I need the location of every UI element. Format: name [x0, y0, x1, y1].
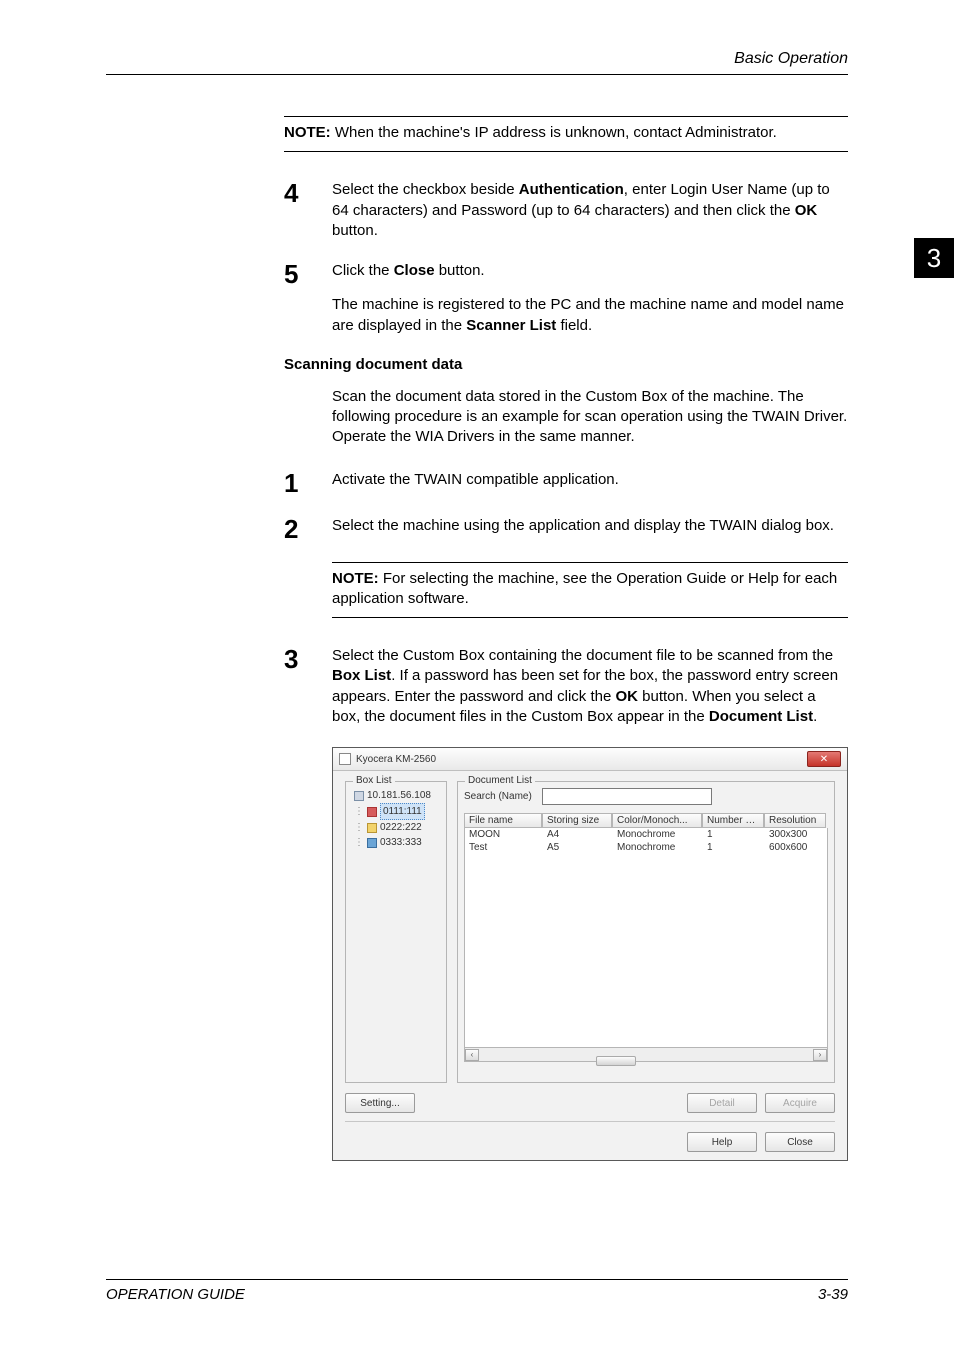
dialog-separator [345, 1121, 835, 1122]
step-4: 4 Select the checkbox beside Authenticat… [284, 180, 848, 241]
tree-branch-icon: ⋮ [354, 835, 364, 850]
search-input[interactable] [542, 788, 712, 805]
app-icon [339, 753, 351, 765]
folder-icon [367, 823, 377, 833]
window-close-button[interactable]: ✕ [807, 751, 841, 767]
cell-storingsize: A4 [543, 828, 613, 841]
section-intro: Scan the document data stored in the Cus… [332, 387, 848, 448]
scroll-thumb[interactable] [596, 1056, 636, 1066]
step-b3-number: 3 [284, 646, 312, 727]
step-b1-text: Activate the TWAIN compatible applicatio… [332, 470, 848, 490]
dialog-title: Kyocera KM-2560 [356, 754, 436, 765]
step-b3-a: Select the Custom Box containing the doc… [332, 647, 833, 664]
step-b3-b3: Document List [709, 708, 813, 725]
step-4-bold-a: Authentication [519, 181, 624, 198]
cell-numberof: 1 [703, 841, 765, 854]
document-table-body[interactable]: MOON A4 Monochrome 1 300x300 Test A5 Mon [464, 828, 828, 1048]
step-b3: 3 Select the Custom Box containing the d… [284, 646, 848, 727]
step-b3-b2: OK [616, 688, 639, 705]
help-button[interactable]: Help [687, 1132, 757, 1152]
tree-node-3[interactable]: ⋮ 0333:333 [354, 835, 440, 850]
column-filename[interactable]: File name [464, 813, 542, 828]
column-resolution[interactable]: Resolution [764, 813, 826, 828]
tree-root-label: 10.181.56.108 [367, 788, 431, 803]
note2-text: For selecting the machine, see the Opera… [332, 570, 837, 607]
detail-button[interactable]: Detail [687, 1093, 757, 1113]
tree-node-3-label: 0333:333 [380, 835, 422, 850]
twain-dialog: Kyocera KM-2560 ✕ Box List 10.181.56.108 [332, 747, 848, 1161]
folder-icon [367, 807, 377, 817]
step-b3-b1: Box List [332, 667, 391, 684]
column-storingsize[interactable]: Storing size [542, 813, 612, 828]
tree-branch-icon: ⋮ [354, 804, 364, 819]
note-label: NOTE: [284, 124, 331, 141]
document-table-header[interactable]: File name Storing size Color/Monoch... N… [464, 813, 828, 828]
note-block-2: NOTE: For selecting the machine, see the… [332, 562, 848, 619]
search-label: Search (Name) [464, 791, 532, 802]
document-list-panel: Document List Search (Name) File name St… [457, 781, 835, 1083]
step-4-number: 4 [284, 180, 312, 241]
cell-resolution: 300x300 [765, 828, 827, 841]
step-b2-text: Select the machine using the application… [332, 516, 848, 536]
step-5-l1-bold: Close [394, 262, 435, 279]
step-5-l2-b: field. [556, 317, 592, 334]
cell-colormono: Monochrome [613, 828, 703, 841]
table-row[interactable]: Test A5 Monochrome 1 600x600 [465, 841, 827, 854]
cell-colormono: Monochrome [613, 841, 703, 854]
step-4-text-a: Select the checkbox beside [332, 181, 519, 198]
tree-branch-icon: ⋮ [354, 820, 364, 835]
box-list-legend: Box List [353, 775, 395, 786]
cell-resolution: 600x600 [765, 841, 827, 854]
setting-button[interactable]: Setting... [345, 1093, 415, 1113]
tree-node-2[interactable]: ⋮ 0222:222 [354, 820, 440, 835]
cell-storingsize: A5 [543, 841, 613, 854]
dialog-titlebar[interactable]: Kyocera KM-2560 ✕ [333, 748, 847, 771]
document-list-legend: Document List [465, 775, 535, 786]
close-button[interactable]: Close [765, 1132, 835, 1152]
step-4-bold-b: OK [795, 202, 818, 219]
note2-label: NOTE: [332, 570, 379, 587]
column-colormono[interactable]: Color/Monoch... [612, 813, 702, 828]
step-b3-e: . [813, 708, 817, 725]
scroll-right-button[interactable]: › [813, 1049, 827, 1061]
folder-icon [367, 838, 377, 848]
header-rule [106, 74, 848, 75]
chapter-tab: 3 [914, 238, 954, 278]
footer-left: OPERATION GUIDE [106, 1286, 245, 1303]
cell-numberof: 1 [703, 828, 765, 841]
note-text: When the machine's IP address is unknown… [331, 124, 777, 141]
table-row[interactable]: MOON A4 Monochrome 1 300x300 [465, 828, 827, 841]
tree-node-2-label: 0222:222 [380, 820, 422, 835]
step-5-l2-bold: Scanner List [466, 317, 556, 334]
step-b2: 2 Select the machine using the applicati… [284, 516, 848, 542]
footer-page-number: 3-39 [818, 1286, 848, 1303]
column-numberof[interactable]: Number of... [702, 813, 764, 828]
page-header-section: Basic Operation [106, 50, 848, 68]
box-list-panel: Box List 10.181.56.108 ⋮ 0111:111 [345, 781, 447, 1083]
step-4-text-c: button. [332, 222, 378, 239]
acquire-button[interactable]: Acquire [765, 1093, 835, 1113]
cell-filename: MOON [465, 828, 543, 841]
tree-node-1-label: 0111:111 [380, 803, 425, 820]
step-5-l1-a: Click the [332, 262, 394, 279]
box-tree[interactable]: 10.181.56.108 ⋮ 0111:111 ⋮ [352, 788, 440, 850]
step-b1-number: 1 [284, 470, 312, 496]
step-b1: 1 Activate the TWAIN compatible applicat… [284, 470, 848, 496]
step-5-l1-b: button. [435, 262, 485, 279]
section-heading: Scanning document data [284, 356, 848, 373]
footer-rule [106, 1279, 848, 1280]
computer-icon [354, 791, 364, 801]
step-5-number: 5 [284, 261, 312, 336]
tree-root[interactable]: 10.181.56.108 [354, 788, 440, 803]
cell-filename: Test [465, 841, 543, 854]
tree-node-1[interactable]: ⋮ 0111:111 [354, 803, 440, 820]
horizontal-scrollbar[interactable]: ‹ › [464, 1048, 828, 1062]
step-b2-number: 2 [284, 516, 312, 542]
scroll-left-button[interactable]: ‹ [465, 1049, 479, 1061]
note-block-1: NOTE: When the machine's IP address is u… [284, 116, 848, 152]
step-5: 5 Click the Close button. The machine is… [284, 261, 848, 336]
